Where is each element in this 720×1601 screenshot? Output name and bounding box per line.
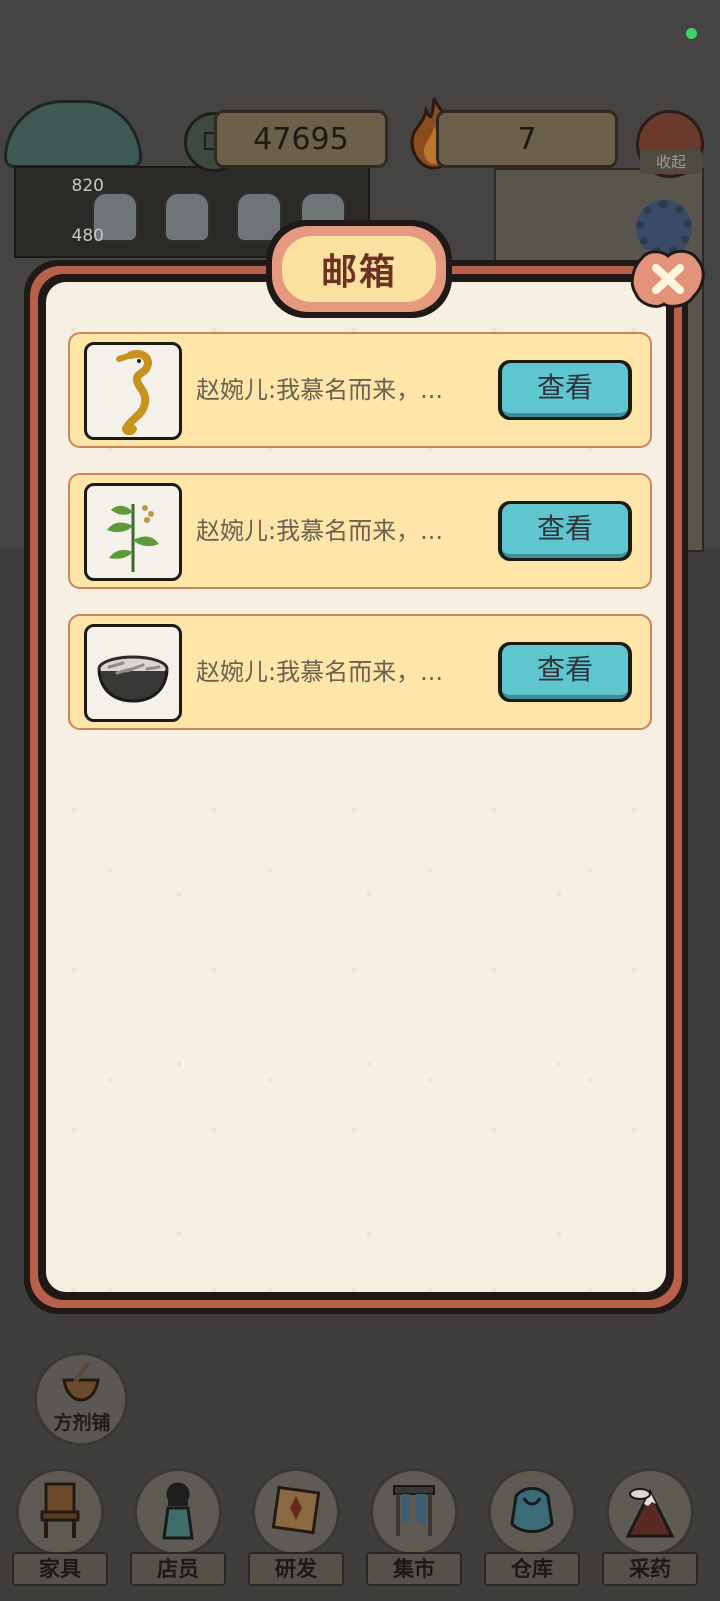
fire-counter: 7 — [436, 110, 618, 168]
stat-value-1: 820 — [71, 176, 104, 196]
nav-warehouse[interactable]: 仓库 — [484, 1468, 580, 1594]
mail-item: 赵婉儿:我慕名而来，... 查看 — [68, 332, 652, 448]
mortar-icon — [62, 1362, 100, 1402]
close-button[interactable] — [628, 248, 708, 310]
nav-label: 店员 — [130, 1552, 226, 1586]
view-button-label: 查看 — [502, 645, 628, 699]
mail-item-thumbnail — [84, 342, 182, 440]
nav-market[interactable]: 集市 — [366, 1468, 462, 1594]
market-icon — [393, 1485, 435, 1536]
bowl-icon — [97, 655, 169, 703]
chair-icon — [40, 1482, 80, 1538]
nav-gather-herbs[interactable]: 采药 — [602, 1468, 698, 1594]
nav-staff[interactable]: 店员 — [130, 1468, 226, 1594]
pharmacy-label: 方剂铺 — [53, 1412, 111, 1434]
view-mail-button[interactable]: 查看 — [498, 360, 632, 420]
nav-label: 采药 — [602, 1552, 698, 1586]
modal-title: 邮箱 — [282, 236, 436, 302]
nav-furniture[interactable]: 家具 — [12, 1468, 108, 1594]
coin-counter: 47695 — [214, 110, 388, 168]
clerk-icon — [162, 1482, 194, 1540]
nav-label: 家具 — [12, 1552, 108, 1586]
mail-item-thumbnail — [84, 624, 182, 722]
view-button-label: 查看 — [502, 363, 628, 417]
status-indicator-dot — [686, 28, 697, 39]
warehouse-icon — [510, 1487, 554, 1533]
mail-item: 赵婉儿:我慕名而来，... 查看 — [68, 614, 652, 730]
nav-label: 研发 — [248, 1552, 344, 1586]
nav-label: 仓库 — [484, 1552, 580, 1586]
view-mail-button[interactable]: 查看 — [498, 642, 632, 702]
jar-icon — [164, 192, 210, 242]
mail-item-thumbnail — [84, 483, 182, 581]
herb-plant-icon — [107, 504, 159, 572]
nav-label: 集市 — [366, 1552, 462, 1586]
view-button-label: 查看 — [502, 504, 628, 558]
stat-value-2: 480 — [71, 226, 104, 246]
mountain-icon — [625, 1488, 675, 1538]
close-icon — [630, 249, 705, 308]
research-icon — [271, 1485, 321, 1535]
view-mail-button[interactable]: 查看 — [498, 501, 632, 561]
nav-research[interactable]: 研发 — [248, 1468, 344, 1594]
mail-item: 赵婉儿:我慕名而来，... 查看 — [68, 473, 652, 589]
seahorse-icon — [116, 350, 152, 436]
fold-button[interactable]: 收起 — [640, 150, 702, 174]
